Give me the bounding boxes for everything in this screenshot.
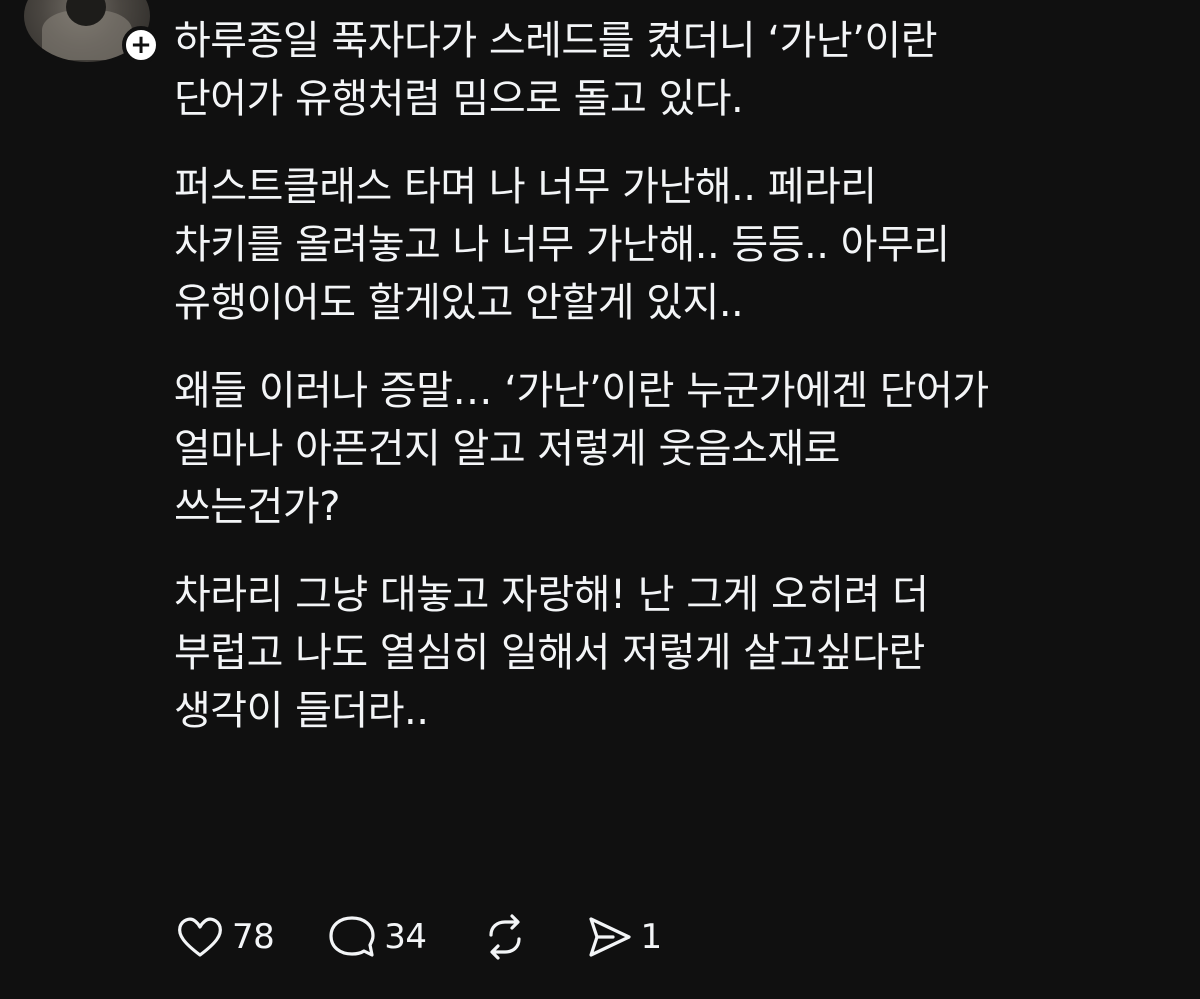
post-paragraph: 하루종일 푹자다가 스레드를 켰더니 ‘가난’이란 단어가 유행처럼 밈으로 돌… [174, 18, 938, 122]
comment-count: 34 [384, 917, 427, 957]
repost-button[interactable] [479, 911, 531, 963]
share-count: 1 [640, 917, 663, 957]
send-icon [588, 917, 631, 957]
repost-icon [488, 914, 521, 960]
comment-button[interactable]: 34 [326, 911, 427, 963]
post-text: 하루종일 푹자다가 스레드를 켰더니 ‘가난’이란 단어가 유행처럼 밈으로 돌… [174, 12, 1174, 770]
comment-bubble-icon [329, 916, 375, 957]
like-button[interactable]: 78 [174, 911, 275, 963]
follow-button[interactable]: + [122, 26, 160, 64]
post-actions-bar: 78 34 1 [174, 910, 714, 964]
author-avatar-area[interactable]: + [24, 0, 160, 65]
plus-icon: + [130, 30, 152, 60]
post-paragraph: 왜들 이러나 증말… ‘가난’이란 누군가에겐 단어가 얼마나 아픈건지 알고 … [174, 368, 989, 530]
heart-icon [178, 917, 222, 957]
post-paragraph: 차라리 그냥 대놓고 자랑해! 난 그게 오히려 더 부럽고 나도 열심히 일해… [174, 572, 929, 734]
like-count: 78 [232, 917, 275, 957]
post-paragraph: 퍼스트클래스 타며 나 너무 가난해.. 페라리 차키를 올려놓고 나 너무 가… [174, 164, 950, 326]
share-button[interactable]: 1 [583, 911, 662, 963]
